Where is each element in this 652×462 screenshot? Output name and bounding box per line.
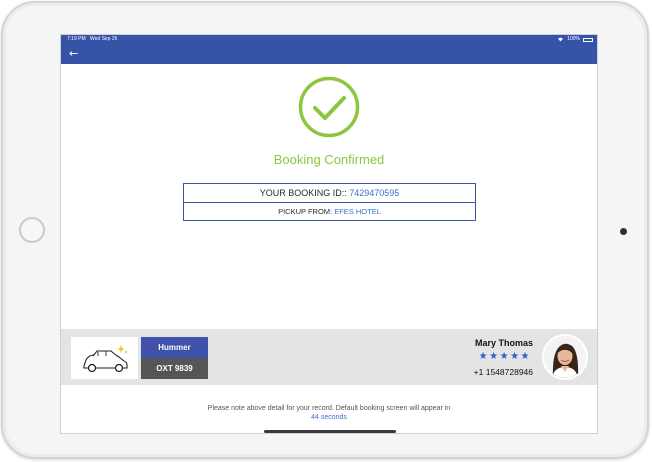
status-bar: 7:19 PM Wed Sep 26 100% — [61, 35, 597, 44]
pickup-location: EFES HOTEL — [334, 207, 381, 216]
wifi-icon — [558, 37, 564, 42]
booking-details-box: YOUR BOOKING ID:: 7429470595 PICKUP FROM… — [183, 183, 476, 221]
vehicle-image — [71, 337, 138, 379]
car-icon — [83, 345, 128, 373]
front-camera — [620, 228, 627, 235]
booking-confirmed-title: Booking Confirmed — [273, 152, 385, 167]
vehicle-plate: OXT 9839 — [141, 358, 208, 379]
booking-id-value: 7429470595 — [349, 188, 400, 198]
home-button[interactable] — [19, 217, 45, 243]
redirect-notice: Please note above detail for your record… — [61, 404, 597, 422]
home-indicator[interactable] — [264, 430, 396, 433]
status-time-date: 7:19 PM Wed Sep 26 — [67, 35, 117, 44]
notice-message: Please note above detail for your record… — [207, 405, 451, 412]
check-circle-icon — [298, 76, 360, 138]
booking-id-label: YOUR BOOKING ID:: — [259, 188, 350, 198]
status-date: Wed Sep 26 — [90, 36, 118, 42]
app-screen: 7:19 PM Wed Sep 26 100% ← Booking Confir… — [60, 34, 598, 434]
back-arrow-icon[interactable]: ← — [69, 46, 78, 62]
driver-name: Mary Thomas — [474, 338, 533, 348]
driver-avatar — [544, 336, 586, 378]
pickup-label: PICKUP FROM: — [278, 207, 335, 216]
tablet-frame: 7:19 PM Wed Sep 26 100% ← Booking Confir… — [1, 1, 649, 459]
booking-id-row: YOUR BOOKING ID:: 7429470595 — [184, 184, 475, 203]
driver-rating-stars: ★★★★★ — [478, 351, 531, 362]
pickup-row: PICKUP FROM: EFES HOTEL — [184, 203, 475, 221]
driver-photo — [544, 336, 586, 378]
status-indicators: 100% — [557, 35, 593, 44]
status-time: 7:19 PM — [67, 36, 86, 42]
driver-vehicle-panel: Hummer OXT 9839 Mary Thomas ★★★★★ +1 154… — [61, 329, 597, 385]
battery-percent: 100% — [567, 36, 580, 42]
battery-icon — [583, 37, 593, 42]
app-header: ← — [61, 44, 597, 64]
driver-phone[interactable]: +1 1548728946 — [474, 367, 533, 377]
vehicle-name: Hummer — [141, 337, 208, 358]
countdown-timer: 44 seconds — [311, 414, 347, 421]
